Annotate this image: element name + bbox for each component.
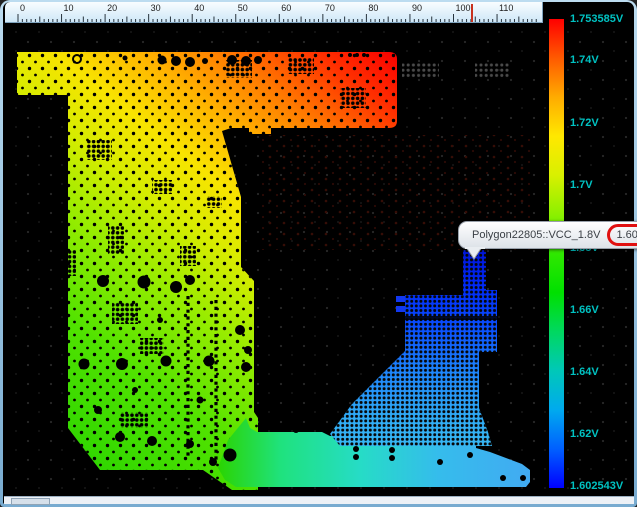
measurement-tooltip: Polygon22805::VCC_1.8V 1.60439V: [458, 221, 637, 249]
voltage-map-stage: 0 10 20 30 40 50 60 70 80 90 100 110 1.753585V 1.74V…: [0, 0, 637, 507]
ruler-number: 100: [456, 3, 471, 13]
scale-tick-label: 1.66V: [570, 304, 637, 316]
ruler-number: 0: [20, 3, 25, 13]
gray-pad-cluster-left: [402, 63, 439, 79]
ruler-number: 80: [368, 3, 378, 13]
voltage-color-scale: [549, 19, 564, 488]
scale-tick-label: 1.753585V: [570, 13, 637, 25]
cluster-tab: [396, 306, 405, 312]
ruler-number: 110: [499, 3, 513, 13]
scale-tick-label: 1.62V: [570, 428, 637, 440]
ruler-number: 20: [107, 3, 117, 13]
cursor-position-marker: [471, 4, 473, 22]
tooltip-voltage-annotated: 1.60439V: [607, 224, 637, 246]
ruler-number: 50: [238, 3, 248, 13]
ruler-number: 30: [151, 3, 161, 13]
scale-tick-label: 1.7V: [570, 179, 637, 191]
ruler-number: 90: [412, 3, 422, 13]
horizontal-ruler[interactable]: 0 10 20 30 40 50 60 70 80 90 100 110: [5, 2, 543, 23]
cluster-tab: [396, 296, 405, 302]
horizontal-scrollbar-thumb[interactable]: [11, 498, 50, 505]
ruler-number: 10: [64, 3, 74, 13]
tooltip-tail: [465, 247, 485, 260]
scale-tick-label: 1.64V: [570, 366, 637, 378]
ruler-number: 60: [281, 3, 291, 13]
horizontal-scrollbar[interactable]: [4, 496, 634, 504]
scale-tick-label: 1.72V: [570, 117, 637, 129]
scale-tick-label: 1.602543V: [570, 480, 637, 492]
pcb-voltage-canvas[interactable]: [0, 0, 637, 507]
tooltip-polygon-net: Polygon22805::VCC_1.8V: [472, 229, 600, 241]
ruler-number: 40: [194, 3, 204, 13]
scale-tick-label: 1.74V: [570, 54, 637, 66]
ruler-number: 70: [325, 3, 335, 13]
gray-pad-cluster-right: [475, 63, 510, 79]
